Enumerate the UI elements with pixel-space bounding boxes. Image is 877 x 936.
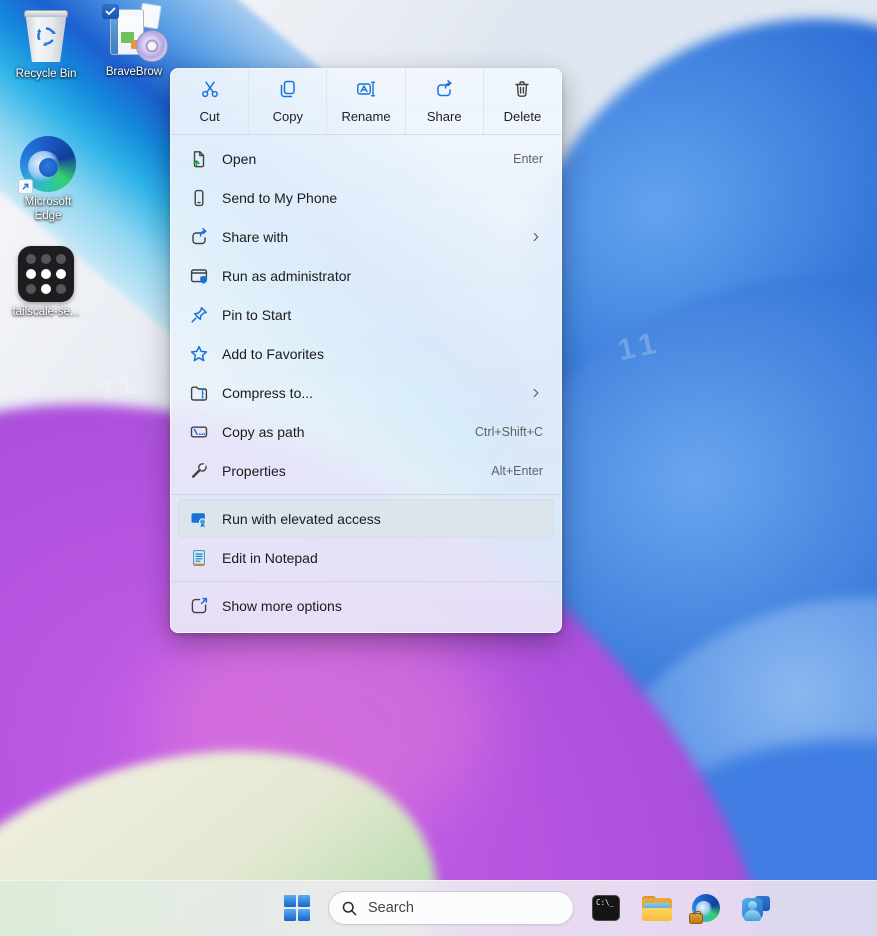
- wrench-icon: [189, 461, 209, 481]
- share-button[interactable]: Share: [406, 69, 484, 134]
- copy-button[interactable]: Copy: [249, 69, 327, 134]
- desktop-icon-label: Microsoft Edge: [13, 196, 83, 224]
- taskbar-search-box[interactable]: [328, 891, 574, 925]
- tailscale-logo-icon: [18, 246, 74, 302]
- menu-separator: [171, 581, 561, 582]
- file-explorer-icon: [642, 896, 670, 921]
- star-icon: [189, 344, 209, 364]
- pin-icon: [189, 305, 209, 325]
- toolbar-label: Share: [427, 109, 462, 124]
- phone-icon: [189, 188, 209, 208]
- elevated-access-icon: [189, 509, 209, 529]
- desktop-icon-brave-installer[interactable]: BraveBrow: [90, 4, 178, 80]
- recycle-bin-icon: [19, 8, 73, 64]
- show-more-options-icon: [189, 596, 209, 616]
- menu-item-edit-in-notepad[interactable]: Edit in Notepad: [178, 538, 554, 577]
- menu-item-share-with[interactable]: Share with: [178, 217, 554, 256]
- toolbar-label: Cut: [199, 109, 219, 124]
- taskbar-edge-button[interactable]: [692, 894, 720, 922]
- desktop-icon-recycle-bin[interactable]: Recycle Bin: [2, 8, 90, 82]
- context-menu-list: Open Enter Send to My Phone Share with: [171, 135, 561, 625]
- context-menu: Cut Copy Rename: [170, 68, 562, 633]
- menu-item-label: Send to My Phone: [222, 190, 543, 206]
- taskbar-file-explorer-button[interactable]: [642, 894, 670, 922]
- context-menu-toolbar: Cut Copy Rename: [171, 69, 561, 135]
- windows-logo-icon: [284, 895, 310, 921]
- menu-item-show-more-options[interactable]: Show more options: [178, 586, 554, 625]
- cd-disc-icon: [136, 30, 168, 62]
- cut-icon: [200, 79, 220, 104]
- desktop-icon-label: Recycle Bin: [16, 68, 77, 82]
- chevron-right-icon: [529, 230, 543, 244]
- desktop-icon-microsoft-edge[interactable]: Microsoft Edge: [4, 136, 92, 224]
- share-with-icon: [189, 227, 209, 247]
- selected-checkbox-icon: [102, 4, 119, 19]
- desktop-icon-tailscale[interactable]: tailscale-se...: [2, 246, 90, 320]
- cut-button[interactable]: Cut: [171, 69, 249, 134]
- menu-item-label: Copy as path: [222, 424, 462, 440]
- menu-item-compress-to[interactable]: Compress to...: [178, 373, 554, 412]
- notepad-icon: [189, 548, 209, 568]
- shortcut-arrow-badge-icon: [18, 179, 33, 194]
- rename-button[interactable]: Rename: [327, 69, 405, 134]
- menu-separator: [171, 494, 561, 495]
- search-icon: [341, 900, 358, 917]
- delete-button[interactable]: Delete: [484, 69, 561, 134]
- briefcase-badge-icon: [689, 913, 703, 924]
- admin-shield-icon: [189, 266, 209, 286]
- menu-item-run-as-administrator[interactable]: Run as administrator: [178, 256, 554, 295]
- installer-box-icon: [100, 4, 168, 62]
- user-app-icon: [742, 894, 770, 922]
- desktop-icon-label: tailscale-se...: [12, 306, 79, 320]
- menu-item-add-to-favorites[interactable]: Add to Favorites: [178, 334, 554, 373]
- menu-item-label: Pin to Start: [222, 307, 543, 323]
- menu-item-shortcut: Ctrl+Shift+C: [475, 425, 543, 439]
- rename-icon: [356, 79, 376, 104]
- toolbar-label: Copy: [273, 109, 303, 124]
- edge-logo-icon: [692, 894, 720, 922]
- start-button[interactable]: [283, 894, 311, 922]
- copy-icon: [278, 79, 298, 104]
- taskbar-terminal-button[interactable]: C:\_: [592, 894, 620, 922]
- menu-item-label: Show more options: [222, 598, 543, 614]
- menu-item-label: Add to Favorites: [222, 346, 543, 362]
- menu-item-shortcut: Enter: [513, 152, 543, 166]
- menu-item-label: Run with elevated access: [222, 511, 543, 527]
- menu-item-label: Compress to...: [222, 385, 516, 401]
- menu-item-properties[interactable]: Properties Alt+Enter: [178, 451, 554, 490]
- share-icon: [434, 79, 454, 104]
- menu-item-label: Run as administrator: [222, 268, 543, 284]
- terminal-prompt-text: C:\_: [596, 898, 614, 907]
- menu-item-shortcut: Alt+Enter: [491, 464, 543, 478]
- desktop-icon-label: BraveBrow: [106, 66, 162, 80]
- toolbar-label: Rename: [341, 109, 390, 124]
- zip-folder-icon: [189, 383, 209, 403]
- menu-item-copy-as-path[interactable]: Copy as path Ctrl+Shift+C: [178, 412, 554, 451]
- menu-item-label: Share with: [222, 229, 516, 245]
- menu-item-run-with-elevated-access[interactable]: Run with elevated access: [178, 499, 554, 538]
- terminal-icon: C:\_: [592, 895, 620, 921]
- menu-item-pin-to-start[interactable]: Pin to Start: [178, 295, 554, 334]
- search-input[interactable]: [368, 900, 538, 916]
- recycle-symbol-icon: [34, 24, 58, 48]
- desktop-screen: 11 11 Recycle Bin: [0, 0, 877, 936]
- delete-icon: [512, 79, 532, 104]
- taskbar-user-app-button[interactable]: [742, 894, 770, 922]
- menu-item-open[interactable]: Open Enter: [178, 139, 554, 178]
- toolbar-label: Delete: [504, 109, 542, 124]
- copy-path-icon: [189, 422, 209, 442]
- menu-item-label: Open: [222, 151, 500, 167]
- menu-item-send-to-my-phone[interactable]: Send to My Phone: [178, 178, 554, 217]
- chevron-right-icon: [529, 386, 543, 400]
- menu-item-label: Edit in Notepad: [222, 550, 543, 566]
- open-icon: [189, 149, 209, 169]
- menu-item-label: Properties: [222, 463, 478, 479]
